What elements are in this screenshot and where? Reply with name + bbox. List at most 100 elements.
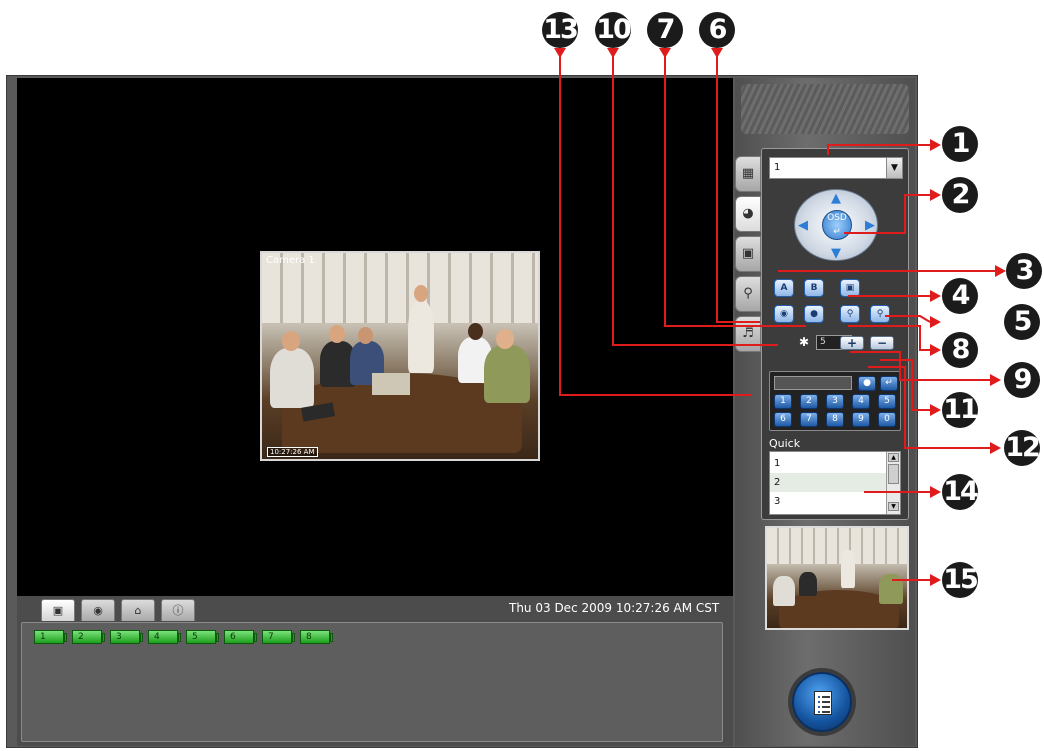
preset-numpad: ● ↵ 1 2 3 4 5 6 7 8 9 0 xyxy=(769,371,901,431)
numpad-key-label: 6 xyxy=(780,414,786,424)
camera-channel-1[interactable]: 1 xyxy=(34,630,67,644)
callout-5: 5 xyxy=(1004,304,1040,340)
tab-zoom[interactable]: ⚲ xyxy=(735,276,761,312)
tab-info[interactable]: ⓘ xyxy=(161,599,195,621)
tab-ptz[interactable]: ◕ xyxy=(735,196,761,232)
numpad-key-8[interactable]: 8 xyxy=(826,412,844,427)
tab-camera-view[interactable]: ▣ xyxy=(41,599,75,621)
person-head xyxy=(414,285,428,302)
zoom-out-button[interactable]: ⚲ xyxy=(870,305,890,323)
ptz-left-arrow-icon[interactable]: ◀ xyxy=(798,219,808,232)
auto-pan-b-button[interactable]: B xyxy=(804,279,824,297)
camera-channel-3[interactable]: 3 xyxy=(110,630,143,644)
minus-button[interactable]: − xyxy=(870,336,894,350)
numpad-key-label: 8 xyxy=(832,414,838,424)
control-panel: ▦ ◕ ▣ ⚲ ♬ 1 ▼ ▲ ▼ ◀ ▶ OSD ↵ A B ▣ ◉ ● ⚲ … xyxy=(735,78,915,746)
quick-list-item[interactable]: 1 xyxy=(770,454,886,473)
zoom-out-icon: ⚲ xyxy=(876,309,884,319)
enter-icon: ↵ xyxy=(833,227,841,237)
tab-home[interactable]: ⌂ xyxy=(121,599,155,621)
camera-channel-label: 7 xyxy=(268,632,274,642)
camera-channel-label: 3 xyxy=(116,632,122,642)
callout-13: 13 xyxy=(542,12,579,48)
auto-pan-a-button[interactable]: A xyxy=(774,279,794,297)
tab-snapshot[interactable]: ▣ xyxy=(735,236,761,272)
quick-list-item[interactable]: 3 xyxy=(770,492,886,511)
camera-feed[interactable]: Camera 1 10:27:26 AM xyxy=(260,251,540,461)
playback-tab-icon: ◉ xyxy=(93,604,103,617)
camera-channel-8[interactable]: 8 xyxy=(300,630,333,644)
ptz-direction-pad[interactable]: ▲ ▼ ◀ ▶ OSD ↵ xyxy=(794,189,878,261)
preset-entry-field[interactable] xyxy=(774,376,852,390)
camera-channel-6[interactable]: 6 xyxy=(224,630,257,644)
main-menu-button[interactable] xyxy=(792,672,852,732)
numpad-key-0[interactable]: 0 xyxy=(878,412,896,427)
callout-9: 9 xyxy=(1004,362,1040,398)
camera-channel-7[interactable]: 7 xyxy=(262,630,295,644)
auto-pan-a-label: A xyxy=(780,283,788,293)
person-head xyxy=(329,325,345,343)
callout-4: 4 xyxy=(942,278,978,314)
app-window: Camera 1 10:27:26 AM ▣ ◉ ⌂ ⓘ Thu 03 Dec … xyxy=(6,75,918,748)
iris-close-button[interactable]: ● xyxy=(804,305,824,323)
numpad-key-4[interactable]: 4 xyxy=(852,394,870,409)
scroll-thumb[interactable] xyxy=(888,464,899,484)
ptz-down-arrow-icon[interactable]: ▼ xyxy=(831,247,841,260)
speaker-icon: ♬ xyxy=(742,326,754,341)
person-icon: ✱ xyxy=(799,335,810,349)
camera-channel-label: 2 xyxy=(78,632,84,642)
callout-15: 15 xyxy=(942,562,979,598)
person-head xyxy=(282,331,300,351)
enter-key-icon: ↵ xyxy=(885,378,893,388)
camera-channel-5[interactable]: 5 xyxy=(186,630,219,644)
clear-key[interactable]: ● xyxy=(858,376,876,391)
numpad-key-5[interactable]: 5 xyxy=(878,394,896,409)
ptz-up-arrow-icon[interactable]: ▲ xyxy=(831,192,841,205)
person-head xyxy=(358,327,373,344)
numpad-key-label: 2 xyxy=(806,396,812,406)
quick-list-item[interactable]: 2 xyxy=(770,473,886,492)
enter-key[interactable]: ↵ xyxy=(880,376,898,391)
window-blinds xyxy=(767,528,907,564)
camera-channel-4[interactable]: 4 xyxy=(148,630,181,644)
callout-7: 7 xyxy=(647,12,683,48)
info-tab-icon: ⓘ xyxy=(172,604,184,617)
focus-frame-icon: ▣ xyxy=(845,283,855,293)
osd-button[interactable]: OSD ↵ xyxy=(822,210,852,240)
numpad-key-2[interactable]: 2 xyxy=(800,394,818,409)
zoom-in-button[interactable]: ⚲ xyxy=(840,305,860,323)
iris-open-button[interactable]: ◉ xyxy=(774,305,794,323)
numpad-key-6[interactable]: 6 xyxy=(774,412,792,427)
numpad-key-9[interactable]: 9 xyxy=(852,412,870,427)
numpad-key-label: 1 xyxy=(780,396,786,406)
auto-focus-button[interactable]: ▣ xyxy=(840,279,860,297)
tab-audio[interactable]: ♬ xyxy=(735,316,761,352)
callout-2: 2 xyxy=(942,177,978,213)
ptz-right-arrow-icon[interactable]: ▶ xyxy=(865,219,875,232)
numpad-key-label: 7 xyxy=(806,414,812,424)
chevron-down-icon[interactable]: ▼ xyxy=(886,158,902,178)
person-figure xyxy=(773,576,795,606)
camera-select-dropdown[interactable]: 1 ▼ xyxy=(769,157,903,179)
quick-list-scrollbar[interactable]: ▲ ▼ xyxy=(886,452,900,514)
numpad-key-3[interactable]: 3 xyxy=(826,394,844,409)
camera-channel-label: 1 xyxy=(40,632,46,642)
ptz-control-box: 1 ▼ ▲ ▼ ◀ ▶ OSD ↵ A B ▣ ◉ ● ⚲ ⚲ ✱ 5 + − … xyxy=(761,148,909,520)
tab-playback[interactable]: ◉ xyxy=(81,599,115,621)
speed-value: 5 xyxy=(820,337,826,347)
scroll-up-icon[interactable]: ▲ xyxy=(888,453,899,462)
quick-list: 1 2 3 ▲ ▼ xyxy=(769,451,901,515)
callout-1: 1 xyxy=(942,126,978,162)
callout-3: 3 xyxy=(1006,253,1042,289)
numpad-key-1[interactable]: 1 xyxy=(774,394,792,409)
camera-channel-2[interactable]: 2 xyxy=(72,630,105,644)
tab-layout[interactable]: ▦ xyxy=(735,156,761,192)
numpad-key-7[interactable]: 7 xyxy=(800,412,818,427)
callout-8: 8 xyxy=(942,332,978,368)
preview-thumbnail[interactable] xyxy=(765,526,909,630)
main-video-area[interactable]: Camera 1 10:27:26 AM xyxy=(17,78,733,668)
scroll-down-icon[interactable]: ▼ xyxy=(888,502,899,511)
plus-button[interactable]: + xyxy=(840,336,864,350)
numpad-key-label: 9 xyxy=(858,414,864,424)
person-head xyxy=(468,323,483,340)
